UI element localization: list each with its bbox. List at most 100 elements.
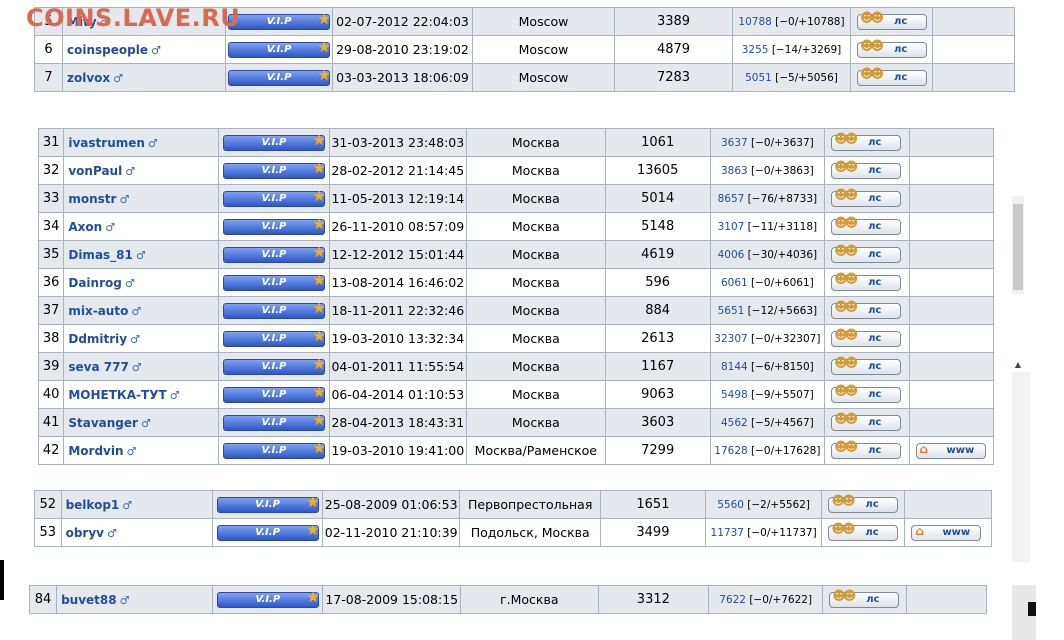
- users-icon: ☻☻: [834, 159, 858, 175]
- user-nick-link[interactable]: Dainrog: [68, 276, 121, 290]
- vip-label: V.I.P: [266, 15, 292, 27]
- user-nick-link[interactable]: МОНЕТКА-ТУТ: [68, 388, 166, 402]
- registration-date: 19-03-2010 19:41:00: [328, 436, 467, 465]
- reputation-link[interactable]: 17628: [714, 445, 747, 457]
- reputation-link[interactable]: 3637: [721, 137, 748, 149]
- nick-cell: obryv ♂: [60, 518, 214, 547]
- reputation-link[interactable]: 32307: [714, 333, 747, 345]
- reputation: 4562 [−5/+4567]: [709, 408, 826, 437]
- user-nick-link[interactable]: monstr: [68, 192, 116, 206]
- website-button[interactable]: ⌂ www: [911, 524, 982, 541]
- user-nick-link[interactable]: mix-auto: [68, 304, 128, 318]
- male-icon: ♂: [135, 248, 146, 262]
- private-message-button[interactable]: ☻☻ лс: [831, 215, 902, 235]
- pm-label: лс: [868, 192, 882, 204]
- registration-date: 13-08-2014 16:46:02: [328, 268, 467, 297]
- user-nick-link[interactable]: Axon: [68, 220, 102, 234]
- pm-label: лс: [894, 15, 908, 27]
- reputation-link[interactable]: 8144: [721, 361, 748, 373]
- private-message-button[interactable]: ☻☻ лс: [831, 328, 902, 347]
- user-nick-link[interactable]: Dimas_81: [68, 248, 133, 262]
- private-message-button[interactable]: ☻☻ лс: [831, 159, 902, 179]
- row-number: 37: [37, 296, 65, 325]
- reputation-link[interactable]: 5051: [745, 72, 772, 84]
- star-icon: ★: [306, 520, 320, 539]
- reputation-detail: [−0/+3637]: [747, 136, 814, 149]
- reputation-detail: [−9/+5507]: [747, 388, 814, 401]
- private-message-button[interactable]: ☻☻ лс: [829, 589, 900, 608]
- private-message-button[interactable]: ☻☻ лс: [831, 188, 902, 207]
- reputation-link[interactable]: 6061: [721, 277, 748, 289]
- user-nick-link[interactable]: obryv: [66, 526, 104, 540]
- user-nick-link[interactable]: buvet88: [61, 593, 117, 607]
- user-nick-link[interactable]: zolvox: [67, 71, 110, 85]
- scroll-up-arrow-icon[interactable]: ▲: [1013, 360, 1023, 372]
- user-nick-link[interactable]: belkop1: [66, 498, 120, 512]
- vip-label: V.I.P: [261, 444, 287, 456]
- private-message-button[interactable]: ☻☻ лс: [828, 522, 899, 541]
- scrollbar-thumb[interactable]: [1013, 204, 1023, 290]
- pm-cell: ☻☻ лс: [824, 156, 910, 185]
- private-message-button[interactable]: ☻☻ лс: [828, 493, 899, 513]
- private-message-button[interactable]: ☻☻ лс: [831, 244, 902, 263]
- city: Первопрестольная: [459, 490, 601, 519]
- private-message-button[interactable]: ☻☻ лс: [857, 39, 927, 58]
- user-nick-link[interactable]: ivastrumen: [68, 136, 145, 150]
- city: г.Москва: [460, 585, 599, 614]
- row-number: 42: [37, 436, 65, 465]
- row-number: 84: [28, 585, 58, 614]
- pm-cell: ☻☻ лс: [850, 35, 933, 64]
- city: Москва: [465, 408, 606, 437]
- reputation: 6061 [−0/+6061]: [709, 268, 826, 297]
- nick-cell: mix-auto ♂: [63, 296, 220, 325]
- user-nick-link[interactable]: Mordvin: [68, 444, 123, 458]
- private-message-button[interactable]: ☻☻ лс: [831, 300, 902, 319]
- star-icon: ★: [317, 65, 331, 84]
- website-cell: [908, 156, 995, 185]
- registration-date: 25-08-2009 01:06:53: [321, 490, 461, 519]
- reputation-link[interactable]: 3863: [721, 165, 748, 177]
- reputation-link[interactable]: 10788: [738, 16, 771, 28]
- user-nick-link[interactable]: vonPaul: [68, 164, 122, 178]
- reputation-link[interactable]: 5498: [721, 389, 748, 401]
- user-nick-link[interactable]: coinspeople: [67, 43, 148, 57]
- private-message-button[interactable]: ☻☻ лс: [857, 11, 927, 30]
- user-nick-link[interactable]: Ddmitriy: [68, 332, 127, 346]
- private-message-button[interactable]: ☻☻ лс: [831, 412, 902, 431]
- reputation-link[interactable]: 5560: [717, 499, 744, 511]
- private-message-button[interactable]: ☻☻ лс: [857, 67, 927, 86]
- nick-cell: Dainrog ♂: [63, 268, 220, 297]
- private-message-button[interactable]: ☻☻ лс: [831, 272, 902, 291]
- reputation-link[interactable]: 3107: [718, 221, 745, 233]
- reputation-link[interactable]: 7622: [719, 594, 746, 606]
- star-icon: ★: [317, 37, 331, 56]
- row-number: 31: [37, 128, 65, 157]
- row-number: 52: [34, 490, 62, 519]
- members-table-block-2: 31 ivastrumen ♂ V.I.P ★ 31-03-2013 23:48:03 Мо…: [37, 128, 995, 465]
- website-button[interactable]: ⌂ www: [915, 442, 986, 459]
- reputation-link[interactable]: 4006: [718, 249, 745, 261]
- pm-label: лс: [866, 593, 880, 605]
- reputation-link[interactable]: 8657: [718, 193, 745, 205]
- reputation-detail: [−0/+6061]: [747, 276, 814, 289]
- user-nick-link[interactable]: Stavanger: [68, 416, 138, 430]
- private-message-button[interactable]: ☻☻ лс: [831, 132, 902, 151]
- registration-date: 29-08-2010 23:19:02: [332, 35, 473, 64]
- row-number: 36: [37, 268, 65, 297]
- private-message-button[interactable]: ☻☻ лс: [831, 440, 902, 459]
- private-message-button[interactable]: ☻☻ лс: [831, 356, 902, 375]
- private-message-button[interactable]: ☻☻ лс: [831, 384, 902, 403]
- reputation-link[interactable]: 11737: [711, 527, 744, 539]
- reputation: 17628 [−0/+17628]: [709, 436, 826, 465]
- table-row: 37 mix-auto ♂ V.I.P ★ 18-11-2011 22:32:46 Моск…: [37, 296, 995, 325]
- vip-cell: V.I.P ★: [218, 184, 330, 213]
- reputation-link[interactable]: 5651: [718, 305, 745, 317]
- users-icon: ☻☻: [834, 215, 858, 231]
- reputation-detail: [−5/+5056]: [771, 71, 838, 84]
- reputation-link[interactable]: 4562: [721, 417, 748, 429]
- users-icon: ☻☻: [831, 493, 855, 509]
- reputation-link[interactable]: 3255: [742, 44, 769, 56]
- nick-cell: monstr ♂: [63, 184, 220, 213]
- user-nick-link[interactable]: seva 777: [68, 360, 128, 374]
- nick-cell: belkop1 ♂: [60, 490, 214, 519]
